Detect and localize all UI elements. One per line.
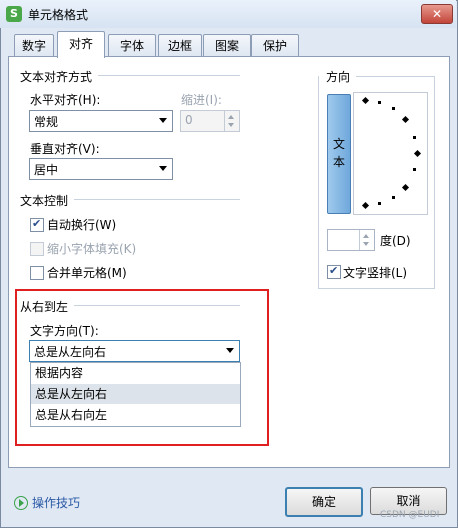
horizontal-align-select[interactable]: 常规 bbox=[29, 110, 173, 132]
orientation-group-border bbox=[434, 76, 435, 288]
merge-cells-label: 合并单元格(M) bbox=[47, 266, 127, 280]
degree-stepper[interactable] bbox=[327, 229, 375, 251]
vertical-text-checkbox[interactable] bbox=[327, 264, 341, 279]
text-direction-value: 总是从左向右 bbox=[34, 345, 107, 359]
play-icon bbox=[14, 496, 28, 510]
tab-border[interactable]: 边框 bbox=[158, 34, 202, 57]
angle-dot bbox=[392, 107, 395, 110]
shrink-to-fit-label: 缩小字体填充(K) bbox=[47, 242, 137, 256]
orientation-group-border bbox=[318, 288, 435, 289]
dialog-title: 单元格格式 bbox=[28, 8, 89, 22]
angle-dot bbox=[378, 101, 381, 104]
text-direction-dropdown: 根据内容 总是从左向右 总是从右向左 bbox=[30, 362, 241, 427]
orientation-group-border bbox=[356, 76, 435, 77]
ok-button[interactable]: 确定 bbox=[285, 487, 363, 517]
close-button[interactable]: ✕ bbox=[421, 4, 453, 24]
angle-dot bbox=[413, 168, 416, 171]
text-align-group-title: 文本对齐方式 bbox=[20, 68, 93, 85]
horizontal-align-value: 常规 bbox=[34, 115, 59, 129]
chevron-up-icon bbox=[363, 234, 369, 238]
watermark-text: CSDN @EUDI bbox=[380, 510, 440, 520]
dropdown-option[interactable]: 根据内容 bbox=[31, 363, 240, 383]
text-direction-select[interactable]: 总是从左向右 bbox=[29, 340, 240, 362]
tab-protection[interactable]: 保护 bbox=[251, 34, 299, 57]
tab-number[interactable]: 数字 bbox=[14, 34, 54, 57]
vertical-text-label: 文字竖排(L) bbox=[343, 266, 408, 280]
text-direction-label: 文字方向(T): bbox=[30, 324, 99, 338]
chevron-down-icon bbox=[159, 118, 167, 123]
horizontal-align-label: 水平对齐(H): bbox=[30, 93, 101, 107]
chevron-down-icon bbox=[228, 123, 234, 127]
option-label: 根据内容 bbox=[35, 366, 84, 380]
chevron-down-icon bbox=[226, 348, 234, 353]
dropdown-option[interactable]: 总是从右向左 bbox=[31, 405, 240, 425]
wrap-text-checkbox[interactable] bbox=[30, 217, 44, 232]
divider bbox=[74, 305, 240, 306]
indent-stepper[interactable]: 0 bbox=[180, 110, 240, 132]
stepper-buttons[interactable] bbox=[224, 111, 239, 131]
vertical-text-glyph: 本 bbox=[332, 155, 345, 169]
option-label: 总是从左向右 bbox=[35, 387, 108, 401]
angle-dot bbox=[392, 196, 395, 199]
tab-pattern[interactable]: 图案 bbox=[203, 34, 251, 57]
divider bbox=[74, 199, 240, 200]
shrink-to-fit-checkbox[interactable] bbox=[30, 242, 44, 256]
angle-dot bbox=[413, 136, 416, 139]
indent-label: 缩进(I): bbox=[181, 93, 222, 107]
degree-label: 度(D) bbox=[380, 234, 411, 248]
chevron-up-icon bbox=[228, 115, 234, 119]
vertical-align-select[interactable]: 居中 bbox=[29, 158, 173, 180]
dropdown-option-selected[interactable]: 总是从左向右 bbox=[31, 384, 240, 404]
vertical-align-label: 垂直对齐(V): bbox=[30, 142, 100, 156]
wrap-text-label: 自动换行(W) bbox=[47, 218, 117, 232]
vertical-align-value: 居中 bbox=[34, 163, 59, 177]
rtl-group-title: 从右到左 bbox=[20, 298, 69, 315]
orientation-group-title: 方向 bbox=[326, 68, 351, 85]
vertical-text-glyph: 文 bbox=[332, 137, 345, 151]
angle-dot bbox=[378, 202, 381, 205]
text-control-group-title: 文本控制 bbox=[20, 192, 69, 209]
orientation-group-border bbox=[318, 76, 319, 288]
app-icon: S bbox=[6, 6, 22, 22]
chevron-down-icon bbox=[363, 242, 369, 246]
option-label: 总是从右向左 bbox=[35, 408, 108, 422]
tab-font[interactable]: 字体 bbox=[108, 34, 156, 57]
divider bbox=[98, 75, 240, 76]
vertical-text-button[interactable]: 文 本 bbox=[327, 94, 351, 214]
chevron-down-icon bbox=[159, 166, 167, 171]
indent-value: 0 bbox=[185, 113, 193, 127]
tips-link[interactable]: 操作技巧 bbox=[32, 494, 80, 511]
merge-cells-checkbox[interactable] bbox=[30, 266, 44, 280]
tab-alignment[interactable]: 对齐 bbox=[57, 31, 105, 58]
stepper-buttons[interactable] bbox=[359, 230, 374, 250]
